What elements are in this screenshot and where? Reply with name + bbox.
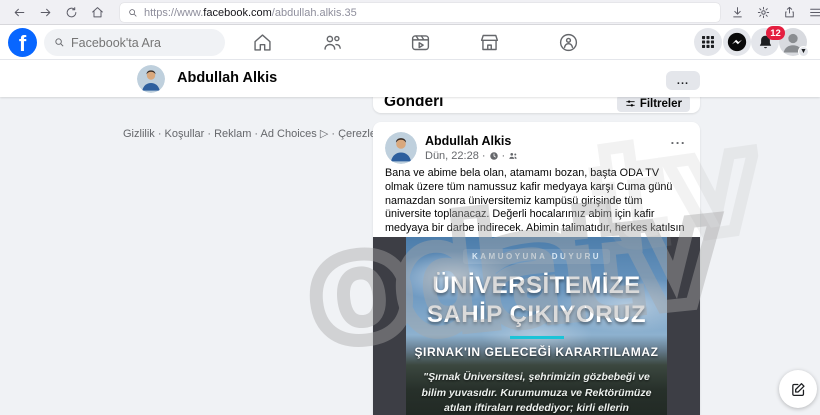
post-image[interactable]: KAMUOYUNA DUYURU ÜNİVERSİTEMİZE SAHİP ÇI… xyxy=(373,237,700,415)
search-bar[interactable] xyxy=(44,29,225,56)
search-input[interactable] xyxy=(71,36,201,50)
video-watch-icon xyxy=(410,32,431,53)
poster-title-line1: ÜNİVERSİTEMİZE xyxy=(406,271,667,300)
marketplace-icon xyxy=(479,32,500,53)
clock-icon xyxy=(489,151,499,161)
browser-forward-button[interactable] xyxy=(32,2,58,22)
groups-icon xyxy=(558,32,579,53)
share-icon[interactable] xyxy=(776,2,802,22)
post-card: Abdullah Alkis Dün, 22:28 · · ... Bana v… xyxy=(373,122,700,415)
home-icon xyxy=(252,32,273,53)
post-meta: Dün, 22:28 · · xyxy=(425,150,518,162)
browser-home-button[interactable] xyxy=(84,2,110,22)
search-icon xyxy=(54,37,65,48)
search-icon xyxy=(128,8,138,18)
tab-friends[interactable] xyxy=(317,29,347,56)
filters-button[interactable]: Filtreler xyxy=(617,95,690,112)
footer-links[interactable]: Gizlilik · Koşullar · Reklam · Ad Choice… xyxy=(123,127,416,140)
compose-fab-button[interactable] xyxy=(779,370,817,408)
grid-icon xyxy=(700,34,716,50)
edit-pencil-icon xyxy=(790,381,807,398)
messenger-icon xyxy=(726,31,748,53)
poster-divider xyxy=(510,336,564,339)
settings-gear-icon[interactable] xyxy=(750,2,776,22)
post-menu-button[interactable]: ... xyxy=(671,132,686,147)
chevron-down-icon: ▼ xyxy=(798,46,809,57)
browser-toolbar: https://www.facebook.com/abdullah.alkis.… xyxy=(0,0,820,25)
facebook-header: f 12 ▼ xyxy=(0,25,820,60)
post-author-avatar[interactable] xyxy=(385,132,417,164)
tab-video[interactable] xyxy=(405,29,435,56)
messenger-button[interactable] xyxy=(723,28,751,56)
poster-graphic: KAMUOYUNA DUYURU ÜNİVERSİTEMİZE SAHİP ÇI… xyxy=(406,237,667,415)
poster-title-line2: SAHİP ÇIKIYORUZ xyxy=(406,300,667,329)
profile-sticky-bar: Abdullah Alkis ... xyxy=(0,60,820,97)
notification-badge: 12 xyxy=(766,26,785,40)
browser-reload-button[interactable] xyxy=(58,2,84,22)
poster-kicker: KAMUOYUNA DUYURU xyxy=(463,249,610,264)
menu-hamburger-icon[interactable] xyxy=(802,2,820,22)
profile-avatar[interactable] xyxy=(137,65,165,93)
tab-groups[interactable] xyxy=(553,29,583,56)
profile-name[interactable]: Abdullah Alkis xyxy=(177,70,277,86)
profile-more-button[interactable]: ... xyxy=(666,71,700,90)
download-icon[interactable] xyxy=(724,2,750,22)
browser-back-button[interactable] xyxy=(6,2,32,22)
apps-menu-button[interactable] xyxy=(694,28,722,56)
post-author-name[interactable]: Abdullah Alkis xyxy=(425,134,511,148)
friends-icon xyxy=(322,32,343,53)
url-text: https://www.facebook.com/abdullah.alkis.… xyxy=(144,7,357,19)
tab-marketplace[interactable] xyxy=(474,29,504,56)
tab-home[interactable] xyxy=(247,29,277,56)
filter-sliders-icon xyxy=(625,98,636,109)
poster-subtitle: ŞIRNAK'IN GELECEĞİ KARARTILAMAZ xyxy=(406,345,667,359)
facebook-logo[interactable]: f xyxy=(8,28,37,57)
friends-privacy-icon xyxy=(508,151,518,161)
url-bar[interactable]: https://www.facebook.com/abdullah.alkis.… xyxy=(120,3,720,22)
poster-quote: "Şırnak Üniversitesi, şehrimizin gözbebe… xyxy=(421,370,653,415)
